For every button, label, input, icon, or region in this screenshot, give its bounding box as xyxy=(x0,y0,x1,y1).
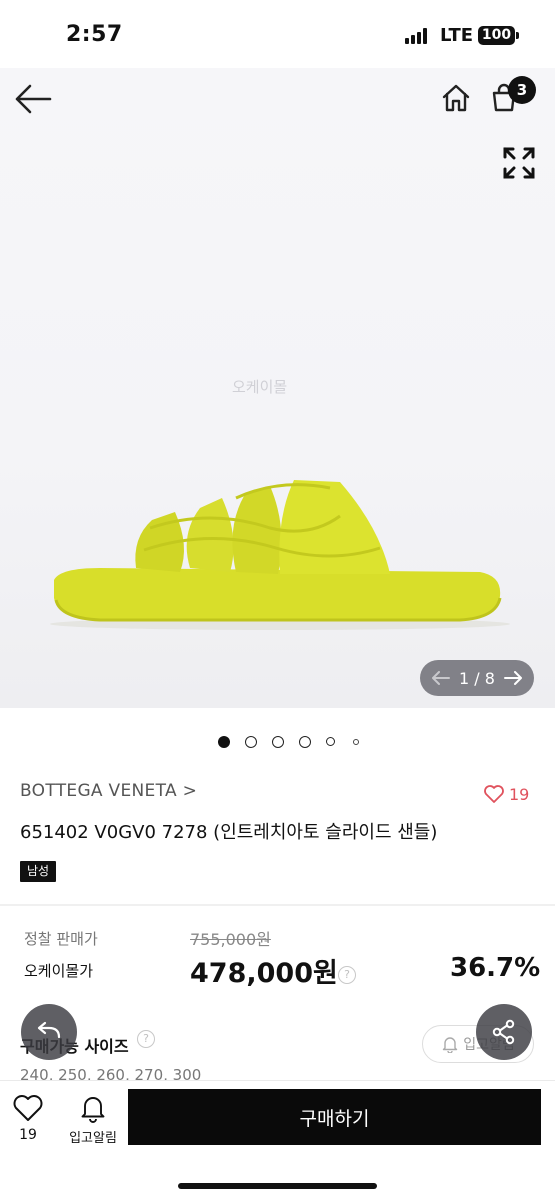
arrow-left-icon[interactable] xyxy=(10,76,56,122)
bottom-like-button[interactable]: 19 xyxy=(8,1093,48,1143)
pagination-dot[interactable] xyxy=(353,739,359,745)
pagination-dot[interactable] xyxy=(272,736,284,748)
next-image-icon[interactable] xyxy=(503,671,522,685)
bottom-action-bar: 19 입고알림 구매하기 xyxy=(0,1080,555,1200)
divider xyxy=(0,904,555,906)
pagination-dot[interactable] xyxy=(245,736,257,748)
original-price-label: 정찰 판매가 xyxy=(24,930,98,948)
status-bar: 2:57 LTE 100 xyxy=(0,0,555,68)
bell-icon xyxy=(443,1037,458,1053)
expand-icon[interactable] xyxy=(498,142,540,184)
cart-count-badge: 3 xyxy=(508,76,536,104)
sale-price: 478,000원 xyxy=(190,958,338,989)
back-arrow-icon xyxy=(37,1021,61,1039)
help-icon[interactable]: ? xyxy=(338,966,356,984)
share-icon xyxy=(492,1019,515,1045)
watermark: 오케이몰 xyxy=(232,378,288,396)
sale-price-label: 오케이몰가 xyxy=(24,962,94,980)
product-title: 651402 V0GV0 7278 (인트레치아토 슬라이드 샌들) xyxy=(20,822,438,843)
like-button[interactable]: 19 xyxy=(483,784,529,804)
bottom-restock-alert-button[interactable]: 입고알림 xyxy=(62,1093,124,1146)
battery-nub xyxy=(516,32,519,39)
home-indicator xyxy=(178,1183,377,1189)
floating-back-button[interactable] xyxy=(21,1004,77,1060)
network-label: LTE xyxy=(440,25,474,46)
discount-rate: 36.7% xyxy=(450,953,541,983)
bottom-alert-label: 입고알림 xyxy=(69,1131,117,1146)
image-counter: 1 / 8 xyxy=(420,660,534,696)
heart-icon xyxy=(13,1095,43,1121)
pagination-dot[interactable] xyxy=(299,736,311,748)
signal-icon xyxy=(405,28,429,44)
prev-image-icon[interactable] xyxy=(432,671,450,685)
buy-button[interactable]: 구매하기 xyxy=(128,1089,541,1145)
product-image xyxy=(50,480,510,630)
like-count: 19 xyxy=(509,784,530,804)
floating-share-button[interactable] xyxy=(476,1004,532,1060)
home-icon[interactable] xyxy=(436,78,476,118)
help-icon[interactable]: ? xyxy=(137,1030,155,1048)
status-time: 2:57 xyxy=(66,22,123,47)
gender-tag: 남성 xyxy=(20,861,57,882)
image-counter-text: 1 / 8 xyxy=(459,668,495,688)
original-price: 755,000원 xyxy=(190,930,271,949)
pagination-dot[interactable] xyxy=(218,736,230,748)
pagination-dot[interactable] xyxy=(326,737,335,746)
battery-icon: 100 xyxy=(478,26,515,45)
bell-icon xyxy=(81,1097,105,1123)
gallery-pagination xyxy=(212,734,392,750)
bottom-like-count: 19 xyxy=(19,1127,37,1143)
heart-icon xyxy=(484,785,504,803)
product-gallery[interactable]: 3 오케이몰 1 / 8 xyxy=(0,68,555,708)
brand-link[interactable]: BOTTEGA VENETA > xyxy=(20,781,197,801)
